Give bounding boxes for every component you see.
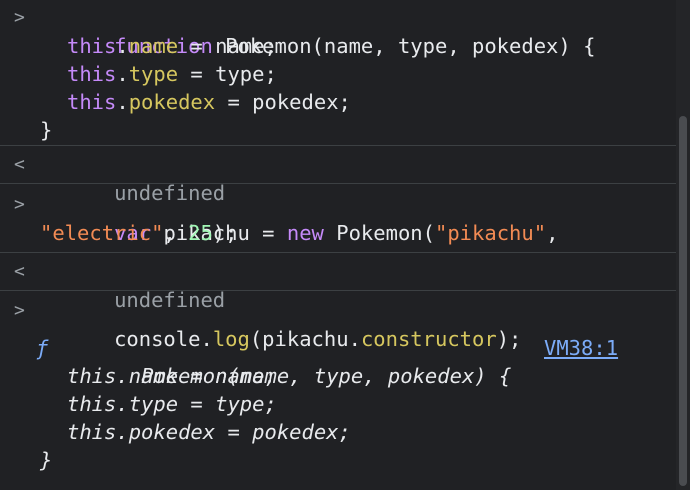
chevron-right-icon: > — [14, 7, 25, 28]
output-text: this.pokedex = pokedex; — [67, 420, 351, 444]
console-input-entry[interactable]: > function Pokemon(name, type, pokedex) {… — [0, 0, 676, 146]
code-line: > function Pokemon(name, type, pokedex) { — [0, 4, 676, 58]
code-line: this.pokedex = pokedex; — [0, 88, 676, 116]
string-literal: "electric" — [40, 221, 164, 245]
property: pokedex — [128, 90, 216, 114]
chevron-right-icon: > — [14, 194, 25, 215]
code-text: ); — [212, 221, 238, 245]
source-link[interactable]: VM38:1 — [544, 334, 618, 362]
number-literal: 25 — [188, 221, 213, 245]
code-line: this.name = name; — [0, 32, 676, 60]
code-text: } — [40, 118, 53, 142]
chevron-left-icon: < — [14, 154, 25, 175]
chevron-left-icon: < — [14, 261, 25, 282]
property: name — [128, 34, 179, 58]
output-line: ƒ Pokemon(name, type, pokedex) { VM38:1 — [0, 334, 676, 388]
console-log-output: ƒ Pokemon(name, type, pokedex) { VM38:1 t… — [0, 334, 676, 474]
keyword: this — [67, 34, 117, 58]
punct: . — [116, 34, 129, 58]
code-text: = pokedex; — [215, 90, 351, 114]
result-line: < undefined — [0, 151, 676, 205]
console-result-entry: < undefined — [0, 253, 676, 312]
code-line: "electric", 25); — [0, 219, 676, 247]
console-input-entry[interactable]: > console.log(pikachu.constructor); — [0, 291, 676, 351]
scrollbar-thumb[interactable] — [679, 116, 687, 486]
output-text: this.type = type; — [67, 392, 277, 416]
property: type — [128, 62, 179, 86]
code-text: , — [163, 221, 189, 245]
output-line: this.name = name; — [0, 362, 676, 390]
code-line: this.type = type; — [0, 60, 676, 88]
vertical-scrollbar[interactable] — [676, 0, 690, 490]
output-line: this.type = type; — [0, 390, 676, 418]
punct: . — [116, 90, 129, 114]
keyword: this — [67, 90, 117, 114]
devtools-console: > function Pokemon(name, type, pokedex) {… — [0, 0, 676, 490]
output-text: this.name = name; — [67, 364, 277, 388]
console-input-entry[interactable]: > var pikachu = new Pokemon("pikachu", "e… — [0, 184, 676, 253]
output-line: this.pokedex = pokedex; — [0, 418, 676, 446]
chevron-right-icon: > — [14, 300, 25, 321]
output-text: } — [40, 448, 53, 472]
function-icon: ƒ — [36, 336, 49, 360]
keyword: this — [67, 62, 117, 86]
result-line: < undefined — [0, 258, 676, 312]
code-text: = name; — [178, 34, 277, 58]
punct: . — [116, 62, 129, 86]
code-line: > console.log(pikachu.constructor); — [0, 297, 676, 351]
code-line: > var pikachu = new Pokemon("pikachu", — [0, 191, 676, 245]
console-result-entry: < undefined — [0, 146, 676, 205]
code-text: = type; — [178, 62, 277, 86]
code-line: } — [0, 116, 676, 144]
output-line: } — [0, 446, 676, 474]
